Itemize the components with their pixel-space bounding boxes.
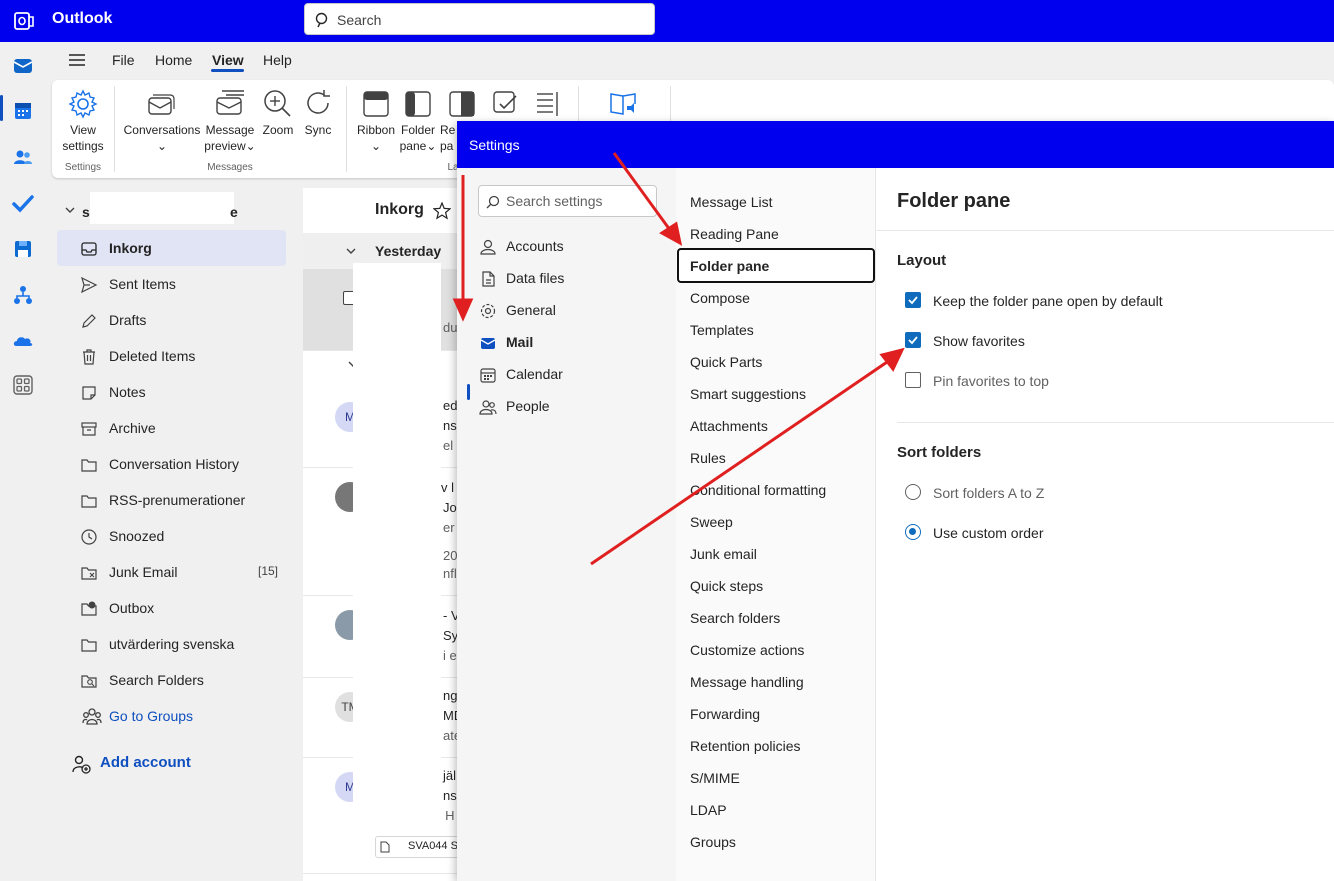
annotation-arrow-diagonal [612,152,672,231]
annotation-arrows [452,152,905,566]
annotation-arrowhead [452,298,474,322]
annotation-arrowhead [879,347,905,372]
annotation-arrow-long [590,358,891,566]
annotation-arrowhead [659,221,683,246]
